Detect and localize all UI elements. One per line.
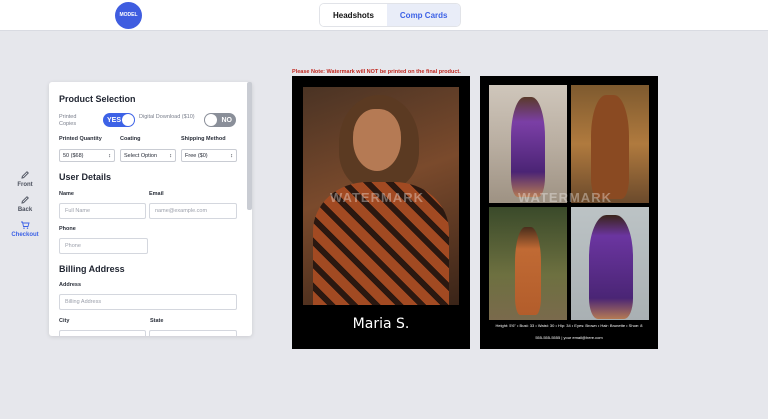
- logo-text: MODEL: [119, 11, 138, 18]
- face-shape: [353, 109, 401, 171]
- shipping-select[interactable]: Free ($0) ↕: [181, 149, 237, 162]
- coating-value: Select Option: [124, 152, 158, 159]
- model-figure: [511, 97, 545, 197]
- chevron-down-icon: ↕: [108, 152, 111, 159]
- chevron-down-icon: ↕: [230, 152, 233, 159]
- comp-card-back: WATERMARK Height: 5'6" • Bust: 33 • Wais…: [480, 76, 658, 349]
- quantity-value: 50 ($68): [63, 152, 84, 159]
- back-photo-4: [571, 207, 649, 320]
- quantity-label: Printed Quantity: [59, 136, 102, 142]
- nav-checkout-label: Checkout: [11, 232, 39, 238]
- pencil-icon: [21, 196, 29, 204]
- state-input[interactable]: [149, 330, 237, 336]
- nav-checkout[interactable]: Checkout: [8, 220, 42, 238]
- model-contact: 555-555-5555 | your email@here.com: [535, 335, 603, 340]
- coating-select[interactable]: Select Option ↕: [120, 149, 176, 162]
- toggle-knob: [122, 114, 134, 126]
- digital-toggle-text: NO: [221, 116, 233, 124]
- phone-label: Phone: [59, 226, 76, 232]
- city-input[interactable]: [59, 330, 146, 336]
- address-label: Address: [59, 282, 82, 288]
- panel-scrollbar[interactable]: [247, 82, 252, 210]
- address-input[interactable]: Billing Address: [59, 294, 237, 310]
- printed-toggle-text: YES: [107, 116, 122, 124]
- model-name: Maria S.: [352, 316, 410, 332]
- tab-comp-cards[interactable]: Comp Cards: [386, 4, 461, 26]
- tab-group: Headshots Comp Cards: [319, 3, 462, 27]
- quantity-select[interactable]: 50 ($68) ↕: [59, 149, 115, 162]
- name-label: Name: [59, 191, 74, 197]
- model-figure: [591, 95, 629, 199]
- email-input[interactable]: name@example.com: [149, 203, 237, 219]
- back-photo-3: [489, 207, 567, 320]
- city-label: City: [59, 318, 70, 324]
- billing-address-title: Billing Address: [59, 264, 125, 274]
- nav-back-label: Back: [17, 207, 33, 213]
- nav-front[interactable]: Front: [8, 170, 42, 188]
- coating-label: Coating: [120, 136, 141, 142]
- digital-download-toggle[interactable]: NO: [204, 113, 236, 127]
- printed-copies-label: Printed Copies: [59, 114, 77, 128]
- chevron-down-icon: ↕: [169, 152, 172, 159]
- state-label: State: [150, 318, 164, 324]
- digital-download-label: Digital Download ($10): [139, 114, 195, 120]
- brand-logo[interactable]: MODEL: [115, 2, 142, 29]
- watermark-text: WATERMARK: [518, 190, 612, 205]
- nav-front-label: Front: [17, 182, 33, 188]
- back-photo-1: [489, 85, 567, 203]
- shipping-label: Shipping Method: [181, 136, 226, 142]
- email-label: Email: [149, 191, 164, 197]
- side-nav: Front Back Checkout: [8, 170, 42, 245]
- model-figure: [515, 227, 541, 315]
- model-figure: [589, 215, 633, 319]
- watermark-note: Please Note: Watermark will NOT be print…: [292, 69, 461, 75]
- printed-copies-toggle[interactable]: YES: [103, 113, 135, 127]
- phone-input[interactable]: Phone: [59, 238, 148, 254]
- product-selection-title: Product Selection: [59, 94, 136, 104]
- back-photo-2: [571, 85, 649, 203]
- user-details-title: User Details: [59, 172, 112, 182]
- toggle-knob: [205, 114, 217, 126]
- nav-back[interactable]: Back: [8, 195, 42, 213]
- cart-icon: [21, 221, 30, 229]
- tab-headshots[interactable]: Headshots: [320, 4, 387, 26]
- pencil-icon: [21, 171, 29, 179]
- comp-card-front: WATERMARK Maria S.: [292, 76, 470, 349]
- watermark-text: WATERMARK: [330, 190, 424, 205]
- order-form-panel: Product Selection Printed Copies YES Dig…: [49, 82, 252, 336]
- model-stats: Height: 5'6" • Bust: 33 • Waist: 30 • Hi…: [495, 323, 643, 328]
- top-bar: MODEL Headshots Comp Cards: [0, 0, 768, 31]
- shipping-value: Free ($0): [185, 152, 208, 159]
- name-input[interactable]: Full Name: [59, 203, 146, 219]
